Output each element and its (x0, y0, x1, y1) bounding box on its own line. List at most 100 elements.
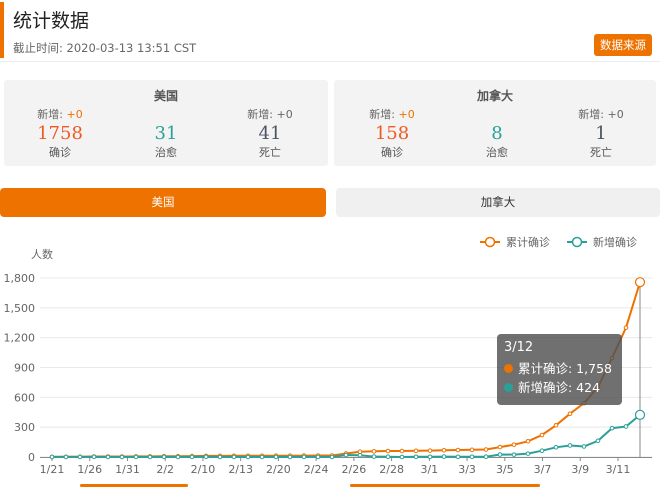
card-title: 美国 (153, 89, 178, 103)
data-point (427, 448, 433, 453)
stat-deaths: 新增: +0 1 死亡 (561, 108, 641, 160)
data-point (483, 447, 489, 452)
update-time: 截止时间: 2020-03-13 13:51 CST (13, 41, 197, 55)
stat-label: 确诊 (49, 146, 71, 159)
data-point (469, 447, 475, 453)
inc-label: 新增: (247, 108, 273, 121)
data-point (161, 454, 167, 460)
data-point (469, 454, 475, 460)
data-point (525, 451, 531, 456)
stats-card-ca: 加拿大 新增: +0 158 确诊 8 治愈 新增: +0 1 死亡 (334, 80, 656, 166)
data-point (315, 454, 321, 460)
data-point (301, 454, 307, 460)
inc-label: 新增: (37, 108, 63, 121)
inc-value: +0 (398, 108, 415, 121)
data-source-button[interactable]: 数据来源 (594, 34, 652, 56)
y-tick-label: 900 (14, 362, 35, 375)
x-tick-label: 3/3 (458, 463, 476, 476)
data-point (539, 448, 545, 454)
data-point (259, 454, 265, 460)
x-tick-label: 3/9 (571, 463, 589, 476)
stat-confirmed: 新增: +0 1758 确诊 (20, 108, 100, 160)
x-tick-label: 1/21 (40, 463, 65, 476)
data-point (399, 454, 405, 460)
x-tick-label: 2/20 (266, 463, 291, 476)
stat-label: 治愈 (486, 146, 508, 159)
inc-label: 新增: (578, 108, 604, 121)
tooltip-row-label: 累计确诊: 1,758 (518, 361, 612, 376)
data-point (371, 454, 377, 459)
tab-ca[interactable]: 加拿大 (336, 188, 660, 217)
x-tick-label: 3/5 (496, 463, 514, 476)
data-point (77, 454, 83, 460)
data-point (371, 449, 377, 454)
data-point (133, 454, 139, 460)
data-point (427, 454, 433, 460)
stat-confirmed: 新增: +0 158 确诊 (352, 108, 432, 160)
legend-marker (484, 236, 496, 248)
tooltip-row-total: 累计确诊: 1,758 (504, 359, 615, 378)
y-tick-label: 0 (28, 451, 35, 464)
data-point (343, 452, 349, 458)
legend-marker (571, 236, 583, 248)
tooltip-date: 3/12 (504, 340, 534, 355)
data-point (511, 452, 517, 457)
data-point (385, 454, 391, 460)
y-tick-label: 300 (14, 421, 35, 434)
data-point (119, 454, 125, 460)
y-axis-label: 人数 (31, 248, 53, 261)
data-point (329, 454, 335, 460)
data-point (49, 454, 55, 460)
header-accent-bar (0, 2, 4, 58)
data-point (609, 425, 615, 431)
x-tick-label: 2/28 (379, 463, 404, 476)
data-point (623, 424, 629, 429)
y-tick-label: 600 (14, 391, 35, 404)
y-tick-label: 1,200 (4, 332, 36, 345)
chart-tooltip: 3/12 累计确诊: 1,758 新增确诊: 424 (497, 334, 622, 405)
page-title: 统计数据 (13, 10, 90, 32)
x-tick-label: 2/13 (228, 463, 253, 476)
data-point (413, 454, 419, 460)
data-point (539, 432, 545, 438)
stat-value: 1 (595, 123, 607, 144)
data-point (525, 438, 531, 444)
data-point (189, 454, 195, 460)
data-point (231, 454, 237, 460)
x-tick-label: 2/10 (191, 463, 216, 476)
data-point (63, 454, 69, 460)
data-point (497, 444, 503, 450)
data-point (634, 409, 646, 420)
data-point (385, 448, 391, 454)
tab-us[interactable]: 美国 (0, 188, 326, 217)
y-tick-label: 1,500 (4, 302, 36, 315)
data-point (217, 454, 223, 460)
x-tick-label: 3/11 (606, 463, 631, 476)
series-line-new (51, 414, 641, 459)
data-point (91, 454, 97, 460)
x-tick-label: 2/24 (304, 463, 329, 476)
data-point (413, 448, 419, 454)
stat-label: 死亡 (259, 146, 281, 159)
data-point (497, 452, 503, 457)
data-point (455, 447, 461, 453)
data-point (623, 325, 629, 330)
header: 统计数据 截止时间: 2020-03-13 13:51 CST 数据来源 (0, 0, 660, 62)
legend-label: 累计确诊 (506, 235, 550, 249)
data-point (455, 454, 461, 460)
data-point (595, 438, 601, 444)
stat-value: 31 (154, 123, 178, 144)
inc-label: 新增: (369, 108, 395, 121)
inc-value: +0 (607, 108, 624, 121)
stat-cured: 31 治愈 (126, 108, 206, 160)
inc-value: +0 (66, 108, 83, 121)
data-point (553, 422, 559, 428)
stat-value: 1758 (37, 123, 83, 144)
card-title: 加拿大 (476, 89, 513, 103)
series-color-dot (504, 364, 513, 373)
data-point (357, 452, 363, 458)
stats-card-us: 美国 新增: +0 1758 确诊 31 治愈 新增: +0 41 死亡 (4, 80, 328, 166)
data-point (203, 454, 209, 460)
data-point (273, 454, 279, 460)
inc-value: +0 (276, 108, 293, 121)
